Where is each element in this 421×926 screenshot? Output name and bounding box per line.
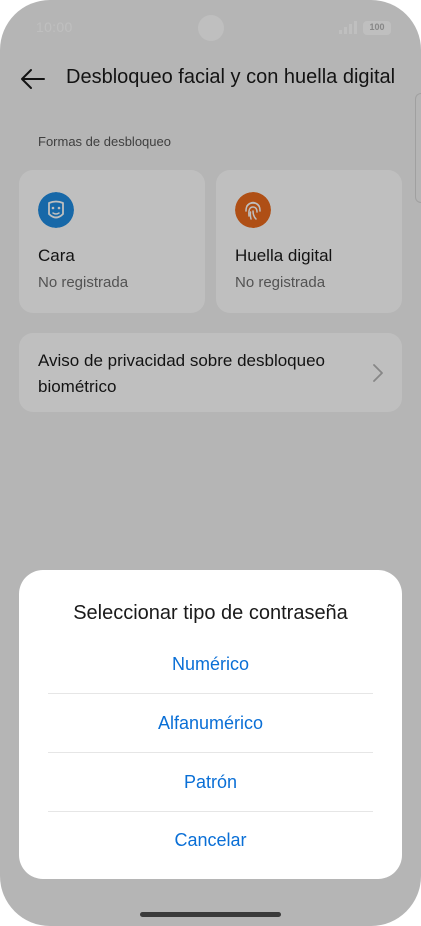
password-type-dialog: Seleccionar tipo de contraseña Numérico … — [19, 570, 402, 879]
home-indicator[interactable] — [140, 912, 281, 917]
option-numeric[interactable]: Numérico — [48, 635, 373, 693]
phone-frame: 10:00 100 Desbloqueo facial y con huella… — [0, 0, 421, 926]
settings-screen: 10:00 100 Desbloqueo facial y con huella… — [0, 0, 421, 926]
option-pattern[interactable]: Patrón — [48, 753, 373, 811]
option-alphanumeric[interactable]: Alfanumérico — [48, 694, 373, 752]
cancel-button[interactable]: Cancelar — [48, 811, 373, 869]
dialog-title: Seleccionar tipo de contraseña — [73, 602, 348, 624]
